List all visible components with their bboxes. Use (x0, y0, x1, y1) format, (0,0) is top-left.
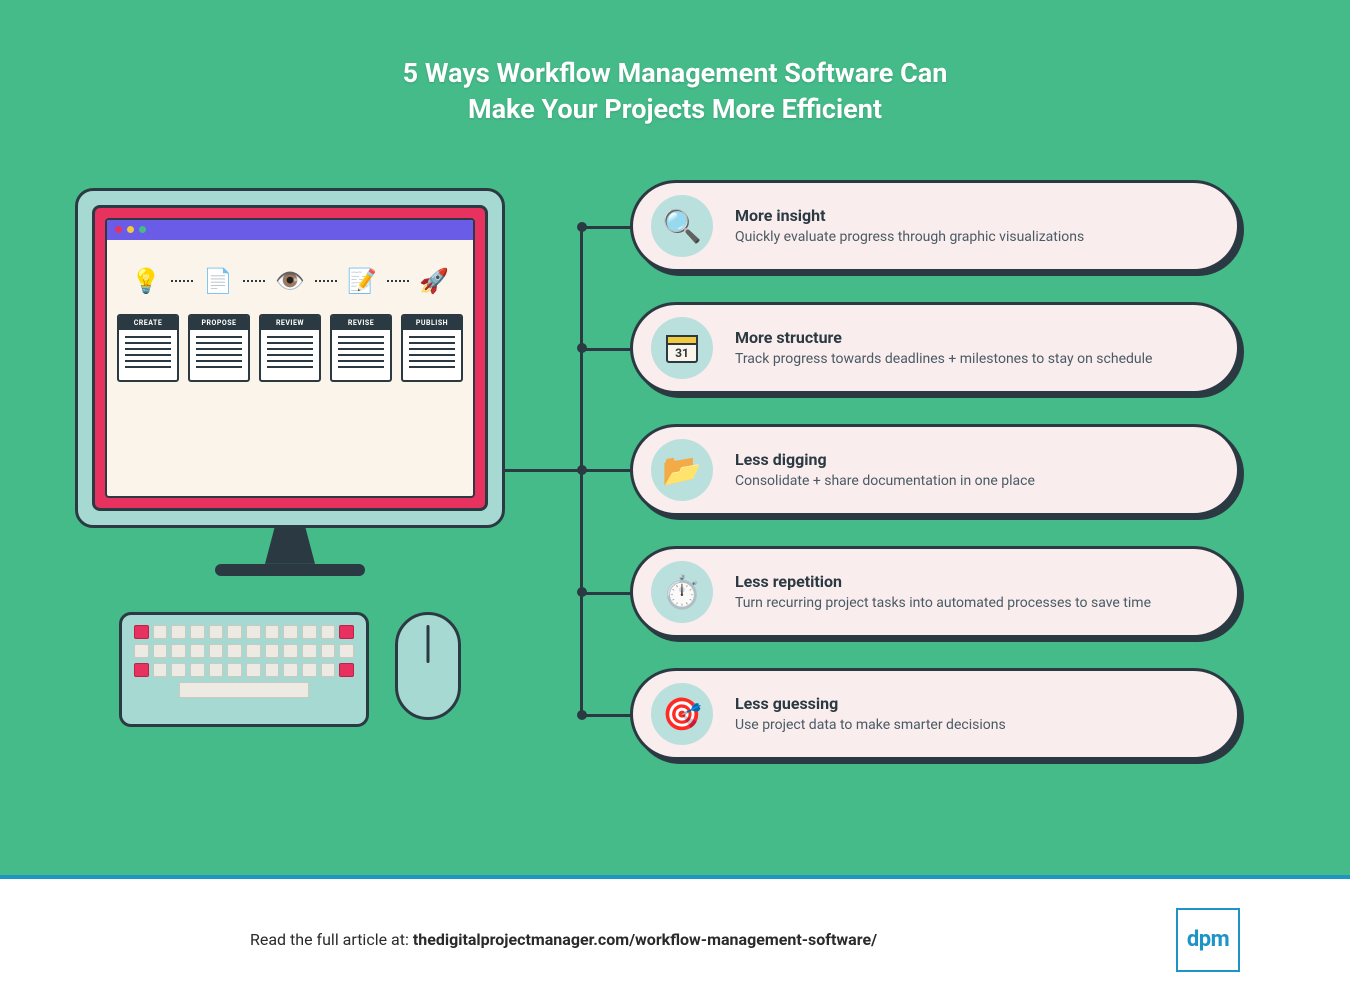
footer: Read the full article at: thedigitalproj… (0, 879, 1350, 1000)
monitor-stand (265, 526, 315, 564)
benefit-heading: Less guessing (735, 694, 1006, 713)
connector-branch (580, 348, 632, 351)
monitor-stand-base (215, 564, 365, 576)
mouse-icon (395, 612, 461, 720)
workflow-card-label: REVIEW (261, 316, 319, 330)
benefit-item: 🔍 More insight Quickly evaluate progress… (630, 180, 1240, 272)
title-line-1: 5 Ways Workflow Management Software Can (403, 57, 948, 89)
rocket-icon: 🚀 (415, 262, 453, 300)
connector-node (577, 343, 587, 353)
stopwatch-icon: ⏱️ (651, 561, 713, 623)
connector-branch (580, 226, 632, 229)
card-lines-icon (119, 330, 177, 380)
flow-separator (243, 280, 265, 282)
flow-separator (387, 280, 409, 282)
magnify-icon: 🔍 (651, 195, 713, 257)
lightbulb-icon: 💡 (127, 262, 165, 300)
eye-icon: 👁️ (271, 262, 309, 300)
window-titlebar (107, 220, 473, 240)
workflow-card: PUBLISH (401, 314, 463, 382)
workflow-card: PROPOSE (188, 314, 250, 382)
workflow-card-label: PROPOSE (190, 316, 248, 330)
workflow-card: CREATE (117, 314, 179, 382)
benefit-desc: Turn recurring project tasks into automa… (735, 594, 1151, 612)
benefit-heading: More structure (735, 328, 1152, 347)
benefit-desc: Consolidate + share documentation in one… (735, 472, 1035, 490)
hero-section: 5 Ways Workflow Management Software Can … (0, 0, 1350, 875)
dpm-logo: dpm (1176, 908, 1240, 972)
benefit-desc: Track progress towards deadlines + miles… (735, 350, 1152, 368)
document-icon: 📄 (199, 262, 237, 300)
card-lines-icon (403, 330, 461, 380)
benefit-heading: More insight (735, 206, 1084, 225)
benefit-item: 31 More structure Track progress towards… (630, 302, 1240, 394)
connector-node (577, 465, 587, 475)
workflow-card: REVISE (330, 314, 392, 382)
card-lines-icon (261, 330, 319, 380)
title-line-2: Make Your Projects More Efficient (468, 93, 882, 125)
benefit-item: 📂 Less digging Consolidate + share docum… (630, 424, 1240, 516)
workflow-card-label: PUBLISH (403, 316, 461, 330)
spacebar-icon (179, 682, 309, 698)
target-icon: 🎯 (651, 683, 713, 745)
window-max-icon (139, 226, 146, 233)
card-lines-icon (190, 330, 248, 380)
app-window: 💡 📄 👁️ 📝 🚀 CREATE (105, 218, 475, 498)
window-close-icon (115, 226, 122, 233)
workflow-icons-row: 💡 📄 👁️ 📝 🚀 (107, 240, 473, 314)
benefits-list: 🔍 More insight Quickly evaluate progress… (630, 180, 1240, 790)
computer-illustration: 💡 📄 👁️ 📝 🚀 CREATE (75, 188, 505, 727)
benefit-item: 🎯 Less guessing Use project data to make… (630, 668, 1240, 760)
page-title: 5 Ways Workflow Management Software Can … (0, 55, 1350, 128)
monitor: 💡 📄 👁️ 📝 🚀 CREATE (75, 188, 505, 528)
content-area: 💡 📄 👁️ 📝 🚀 CREATE (0, 188, 1350, 828)
benefit-desc: Use project data to make smarter decisio… (735, 716, 1006, 734)
benefit-desc: Quickly evaluate progress through graphi… (735, 228, 1084, 246)
workflow-card: REVIEW (259, 314, 321, 382)
peripherals (75, 612, 505, 727)
edit-document-icon: 📝 (343, 262, 381, 300)
connector-branch (580, 714, 632, 717)
benefit-item: ⏱️ Less repetition Turn recurring projec… (630, 546, 1240, 638)
footer-prefix: Read the full article at: (250, 930, 413, 949)
benefit-heading: Less digging (735, 450, 1035, 469)
footer-link: thedigitalprojectmanager.com/workflow-ma… (413, 930, 877, 949)
window-min-icon (127, 226, 134, 233)
benefit-heading: Less repetition (735, 572, 1151, 591)
connector-branch (580, 592, 632, 595)
folder-icon: 📂 (651, 439, 713, 501)
calendar-day: 31 (675, 346, 689, 360)
footer-text: Read the full article at: thedigitalproj… (250, 930, 877, 949)
workflow-cards-row: CREATE PROPOSE REVIEW (107, 314, 473, 382)
connector-branch (580, 469, 632, 472)
calendar-icon: 31 (651, 317, 713, 379)
keyboard-icon (119, 612, 369, 727)
workflow-card-label: CREATE (119, 316, 177, 330)
flow-separator (171, 280, 193, 282)
connector-trunk (502, 469, 582, 472)
flow-separator (315, 280, 337, 282)
connector-node (577, 587, 587, 597)
card-lines-icon (332, 330, 390, 380)
workflow-card-label: REVISE (332, 316, 390, 330)
monitor-bezel: 💡 📄 👁️ 📝 🚀 CREATE (92, 205, 488, 511)
